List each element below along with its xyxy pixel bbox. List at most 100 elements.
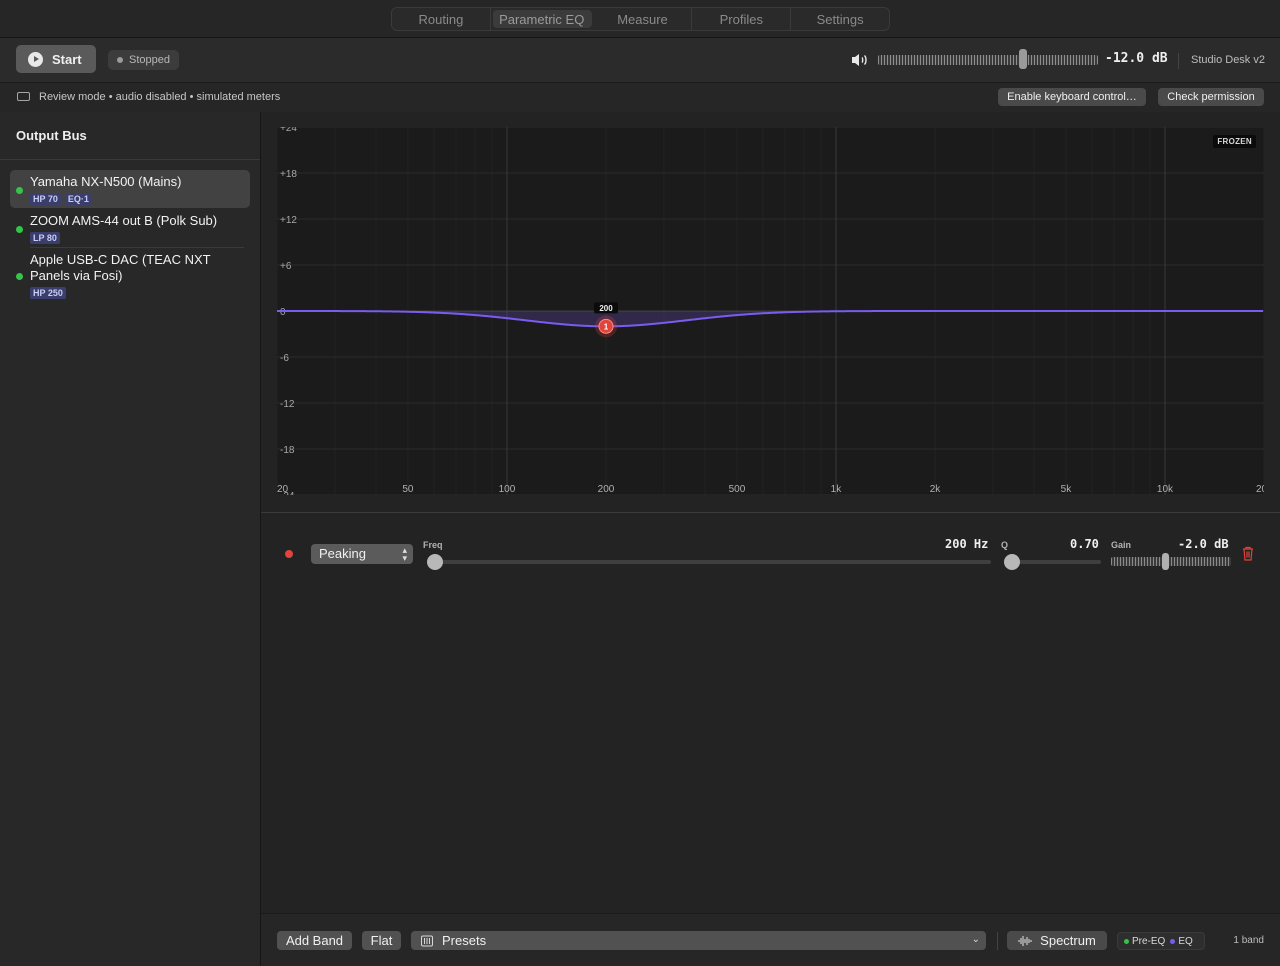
y-tick-label: -6	[280, 353, 289, 364]
speaker-icon[interactable]	[850, 52, 870, 68]
x-tick-label: 1k	[831, 484, 843, 495]
filter-type-select[interactable]: Peaking ▴ ▾	[311, 544, 413, 564]
freq-tooltip: 200	[599, 304, 613, 313]
waveform-icon	[1018, 935, 1032, 946]
enable-keyboard-control-button[interactable]: Enable keyboard control…	[998, 88, 1146, 106]
frozen-badge: FROZEN	[1213, 135, 1256, 148]
gain-slider[interactable]	[1111, 557, 1231, 566]
freq-slider-thumb[interactable]	[427, 554, 443, 570]
eq-graph[interactable]: +24+18+12+60-6-12-18-2420501002005001k2k…	[277, 127, 1264, 495]
band-handle-label: 1	[604, 322, 609, 331]
status-badge: Stopped	[108, 50, 179, 70]
x-tick-label: 200	[598, 484, 615, 495]
bus-status-dot	[16, 187, 23, 194]
q-label: Q	[1001, 540, 1009, 550]
presets-label: Presets	[442, 933, 487, 948]
x-tick-label: 20k	[1256, 484, 1264, 495]
y-tick-label: -12	[280, 399, 295, 410]
review-mode-text: Review mode • audio disabled • simulated…	[39, 91, 281, 103]
x-tick-label: 2k	[930, 484, 942, 495]
band-count: 1 band	[1233, 935, 1264, 946]
tab-profiles[interactable]: Profiles	[692, 8, 792, 30]
top-tab-bar: Routing Parametric EQ Measure Profiles S…	[0, 0, 1280, 38]
flat-button[interactable]: Flat	[362, 931, 401, 950]
output-bus-sidebar: Output Bus Yamaha NX-N500 (Mains) HP 70 …	[0, 112, 261, 966]
add-band-button[interactable]: Add Band	[277, 931, 352, 950]
freq-slider[interactable]	[427, 560, 991, 564]
bus-tag: LP 80	[30, 232, 60, 244]
x-tick-label: 500	[729, 484, 746, 495]
bus-tags: LP 80	[30, 232, 60, 244]
bottom-divider	[997, 932, 998, 950]
x-tick-label: 5k	[1061, 484, 1073, 495]
toolbar: Start Stopped -12.0 dB Studio Desk v2	[0, 38, 1280, 83]
y-tick-label: +24	[280, 127, 297, 134]
band-enable-dot[interactable]	[285, 550, 293, 558]
updown-chevron-icon: ▴ ▾	[402, 545, 407, 563]
device-name: Studio Desk v2	[1178, 53, 1265, 69]
tab-parametric-eq[interactable]: Parametric EQ	[492, 10, 592, 28]
y-tick-label: 0	[280, 307, 286, 318]
main-tabs: Routing Parametric EQ Measure Profiles S…	[391, 7, 890, 31]
sidebar-divider	[0, 159, 260, 160]
bus-name: Apple USB-C DAC (TEAC NXT Panels via Fos…	[30, 252, 211, 283]
play-icon	[28, 51, 43, 67]
y-tick-label: +12	[280, 215, 297, 226]
bus-tag: HP 250	[30, 287, 66, 299]
eq-legend-dot	[1170, 938, 1176, 944]
volume-readout: -12.0 dB	[1105, 51, 1168, 66]
eq-graph-canvas[interactable]: +24+18+12+60-6-12-18-2420501002005001k2k…	[277, 127, 1264, 495]
y-tick-label: +18	[280, 169, 297, 180]
volume-slider-thumb[interactable]	[1019, 49, 1027, 69]
bus-tag: HP 70	[30, 193, 61, 205]
tab-routing[interactable]: Routing	[392, 8, 491, 30]
spectrum-toggle[interactable]: Spectrum	[1007, 931, 1107, 950]
tab-settings[interactable]: Settings	[791, 8, 889, 30]
sidebar-title: Output Bus	[16, 128, 87, 143]
eq-curve	[277, 310, 1263, 328]
pre-eq-legend-label: Pre-EQ	[1132, 935, 1166, 947]
bus-name: ZOOM AMS-44 out B (Polk Sub)	[30, 213, 218, 228]
freq-value: 200 Hz	[945, 537, 989, 551]
bus-tag: EQ·1	[64, 193, 92, 205]
delete-band-icon[interactable]	[1242, 546, 1254, 561]
x-tick-label: 10k	[1157, 484, 1174, 495]
bus-status-dot	[16, 226, 23, 233]
gain-label: Gain	[1111, 540, 1132, 550]
x-tick-label: 100	[499, 484, 516, 495]
spectrum-label: Spectrum	[1040, 933, 1096, 948]
volume-slider[interactable]	[878, 55, 1098, 65]
x-tick-label: 20	[277, 484, 289, 495]
filter-type-value: Peaking	[319, 546, 366, 561]
bus-tags: HP 70 EQ·1	[30, 193, 92, 205]
presets-icon	[421, 935, 433, 946]
q-slider-thumb[interactable]	[1004, 554, 1020, 570]
bus-status-dot	[16, 273, 23, 280]
check-permission-button[interactable]: Check permission	[1158, 88, 1264, 106]
q-value: 0.70	[1070, 537, 1099, 551]
graph-divider	[261, 512, 1280, 513]
tab-measure[interactable]: Measure	[594, 8, 693, 30]
bus-item-yamaha[interactable]: Yamaha NX-N500 (Mains) HP 70 EQ·1	[10, 170, 250, 208]
bottom-bar: Add Band Flat Presets ⌄ Spectrum Pre-EQ …	[261, 913, 1280, 966]
presets-select[interactable]: Presets ⌄	[411, 931, 986, 950]
status-label: Stopped	[129, 54, 170, 66]
start-label: Start	[52, 51, 82, 67]
bus-item-zoom[interactable]: ZOOM AMS-44 out B (Polk Sub) LP 80	[10, 209, 250, 247]
band-row: Peaking ▴ ▾ Freq 200 Hz Q 0.70 Gain -2.0 …	[261, 535, 1280, 575]
bus-name: Yamaha NX-N500 (Mains)	[30, 174, 182, 189]
x-tick-label: 50	[402, 484, 414, 495]
curve-legend: Pre-EQ EQ	[1117, 932, 1205, 950]
keyboard-icon	[17, 92, 30, 101]
chevron-down-icon: ⌄	[971, 934, 980, 945]
eq-legend-label: EQ	[1178, 935, 1193, 947]
pre-eq-legend-dot	[1124, 938, 1129, 944]
freq-label: Freq	[423, 540, 443, 550]
status-dot	[117, 57, 123, 63]
y-tick-label: +6	[280, 261, 292, 272]
bus-item-apple[interactable]: Apple USB-C DAC (TEAC NXT Panels via Fos…	[10, 248, 250, 304]
y-tick-label: -18	[280, 445, 295, 456]
gain-slider-thumb[interactable]	[1162, 553, 1169, 570]
review-mode-bar: Review mode • audio disabled • simulated…	[0, 83, 1280, 112]
start-button[interactable]: Start	[16, 45, 96, 73]
